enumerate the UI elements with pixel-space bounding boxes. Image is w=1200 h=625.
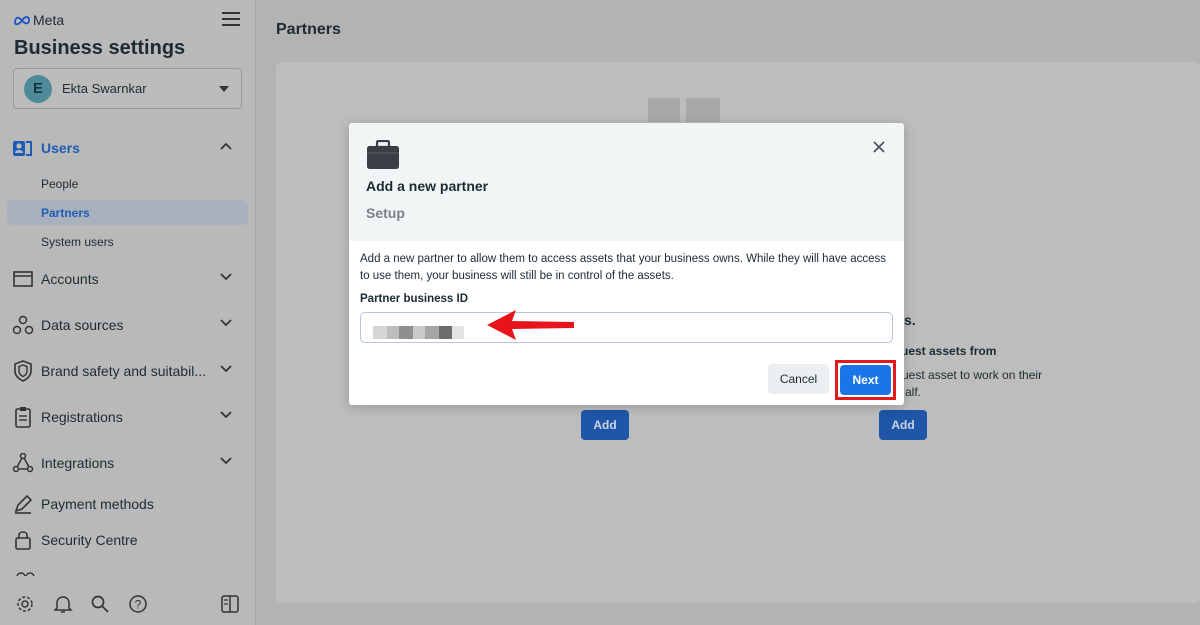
chevron-up-icon: [220, 142, 232, 150]
illustration-placeholder: [648, 98, 680, 122]
page-title: Partners: [276, 21, 341, 38]
clipboard-icon: [12, 406, 34, 428]
search-icon[interactable]: [90, 594, 110, 614]
bg-heading-fragment: s.: [904, 312, 916, 328]
add-button[interactable]: Add: [581, 410, 629, 440]
page-title-business-settings: Business settings: [14, 37, 186, 59]
next-button[interactable]: Next: [840, 365, 891, 395]
bell-icon[interactable]: [53, 594, 73, 614]
cancel-button[interactable]: Cancel: [768, 364, 829, 394]
brand-name: Meta: [33, 12, 65, 28]
data-sources-icon: [12, 314, 34, 336]
sidebar: Meta Business settings E Ekta Swarnkar U…: [0, 0, 256, 625]
sidebar-item-accounts[interactable]: Accounts: [12, 265, 244, 293]
users-icon: [12, 137, 34, 159]
blurred-value: [387, 326, 399, 339]
chevron-down-icon: [220, 365, 232, 373]
account-name: Ekta Swarnkar: [62, 81, 147, 96]
illustration-placeholder: [686, 98, 720, 122]
bg-text-fragment: uest asset to work on their: [902, 368, 1043, 382]
sidebar-item-registrations[interactable]: Registrations: [12, 403, 244, 431]
sidebar-item-users[interactable]: Users: [12, 134, 244, 162]
lock-icon: [12, 529, 34, 551]
blurred-value: [399, 326, 413, 339]
sidebar-item-integrations[interactable]: Integrations: [12, 449, 244, 477]
sidebar-subitem-partners[interactable]: Partners: [7, 200, 248, 225]
sidebar-item-label: Security Centre: [41, 532, 138, 548]
red-arrow-annotation: [487, 310, 574, 340]
gear-icon[interactable]: [15, 594, 35, 614]
sidebar-item-label: Brand safety and suitabil...: [41, 363, 206, 379]
bg-text-fragment: alf.: [905, 385, 922, 399]
sidebar-item-label: Users: [41, 140, 80, 156]
briefcase-icon: [367, 140, 399, 169]
svg-text:?: ?: [135, 598, 142, 612]
integrations-icon: [12, 452, 34, 474]
sidebar-item-label: Data sources: [41, 317, 124, 333]
add-button[interactable]: Add: [879, 410, 927, 440]
partner-business-id-input[interactable]: [360, 312, 893, 343]
blurred-value: [373, 326, 387, 339]
chevron-down-icon: [220, 319, 232, 327]
sidebar-bottom-toolbar: ?: [0, 590, 256, 620]
sidebar-item-brand-safety[interactable]: Brand safety and suitabil...: [12, 357, 244, 385]
meta-logo[interactable]: Meta: [14, 12, 64, 28]
caret-down-icon: [219, 86, 229, 92]
shield-icon: [12, 360, 34, 382]
chevron-down-icon: [220, 411, 232, 419]
add-partner-dialog: Add a new partner Setup Add a new partne…: [349, 123, 904, 405]
pen-icon: [12, 493, 34, 515]
chevron-down-icon: [220, 273, 232, 281]
sidebar-item-label: Integrations: [41, 455, 115, 471]
panel-toggle-icon[interactable]: [220, 594, 240, 614]
account-selector[interactable]: E Ekta Swarnkar: [13, 68, 242, 109]
folder-icon: [12, 268, 34, 290]
sidebar-item-label: Registrations: [41, 409, 123, 425]
highlight-box: Next: [835, 360, 896, 400]
sidebar-item-security-centre[interactable]: Security Centre: [12, 526, 244, 554]
chevron-down-icon: [220, 457, 232, 465]
meta-infinity-icon: [14, 15, 30, 25]
menu-icon[interactable]: [222, 12, 240, 28]
dialog-title: Add a new partner: [366, 178, 489, 194]
help-icon[interactable]: ?: [128, 594, 148, 614]
dialog-description: Add a new partner to allow them to acces…: [360, 253, 887, 282]
dialog-header: Add a new partner Setup: [349, 123, 904, 241]
blurred-value: [439, 326, 452, 339]
sidebar-item-data-sources[interactable]: Data sources: [12, 311, 244, 339]
blurred-value: [425, 326, 439, 339]
dialog-subtitle: Setup: [366, 205, 405, 221]
sidebar-item-label: Payment methods: [41, 496, 154, 512]
blurred-value: [452, 326, 464, 339]
avatar: E: [24, 74, 52, 103]
sidebar-item-partial: [16, 568, 46, 576]
sidebar-item-label: Accounts: [41, 271, 99, 287]
sidebar-subitem-system-users[interactable]: System users: [7, 229, 248, 254]
partner-id-label: Partner business ID: [360, 293, 469, 305]
bg-subheading-fragment: uest assets from: [901, 344, 997, 358]
sidebar-subitem-people[interactable]: People: [7, 171, 248, 196]
close-icon[interactable]: [872, 140, 886, 154]
blurred-value: [413, 326, 425, 339]
sidebar-item-payment-methods[interactable]: Payment methods: [12, 490, 244, 518]
